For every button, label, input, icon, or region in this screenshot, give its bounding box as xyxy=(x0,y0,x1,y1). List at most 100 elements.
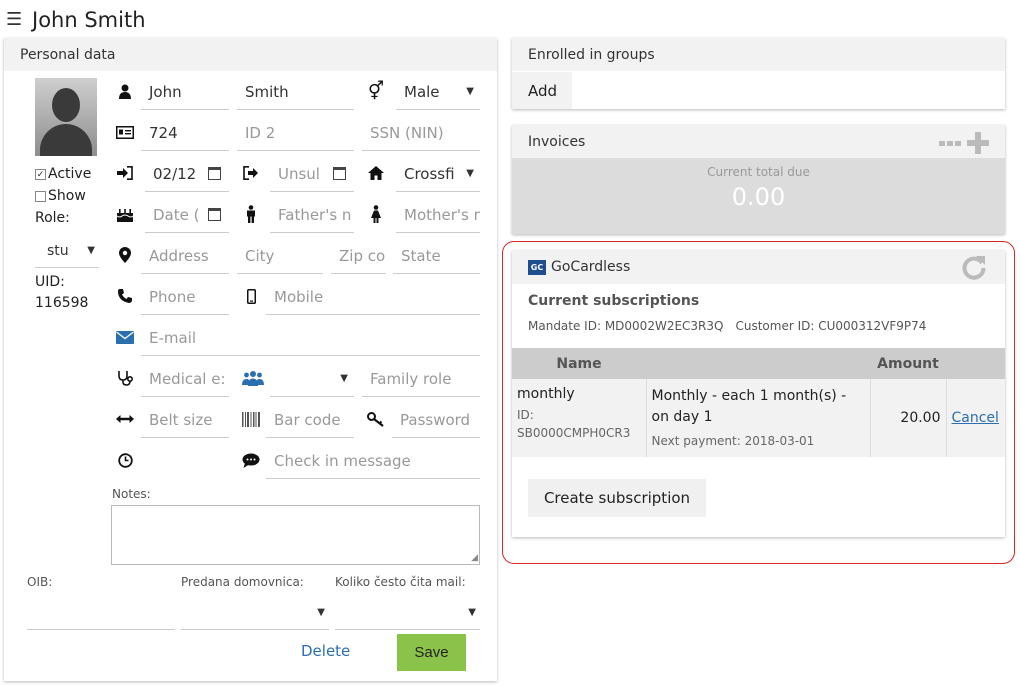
family-select[interactable]: ▼ xyxy=(270,361,354,397)
female-icon xyxy=(367,205,385,223)
arrows-horizontal-icon xyxy=(116,410,134,428)
id-card-icon xyxy=(116,123,134,141)
more-options-icon[interactable] xyxy=(939,140,961,146)
total-due-label: Current total due xyxy=(707,165,810,179)
show-label: Show xyxy=(48,188,86,204)
cancel-subscription-link[interactable]: Cancel xyxy=(946,379,1005,457)
male-icon xyxy=(242,205,260,223)
address-field[interactable]: Address xyxy=(141,238,229,274)
calendar-icon[interactable] xyxy=(333,167,346,180)
password-field[interactable]: Password xyxy=(392,402,480,438)
gocardless-title: GoCardless xyxy=(551,259,631,275)
active-label: Active xyxy=(48,166,92,182)
save-button[interactable]: Save xyxy=(397,634,466,671)
gender-select[interactable]: Male ▼ xyxy=(396,74,480,110)
personal-data-panel: Personal data ✓ Active Show Role: stu ▼ … xyxy=(4,38,497,681)
role-select[interactable]: stu ▼ xyxy=(35,234,99,268)
id2-field[interactable]: ID 2 xyxy=(237,115,354,151)
top-bar: ☰ John Smith xyxy=(6,6,146,34)
invoice-tools xyxy=(939,132,989,154)
city-field[interactable]: City xyxy=(237,238,323,274)
phone-field[interactable]: Phone xyxy=(141,279,229,315)
mobile-icon xyxy=(242,287,260,305)
page-title: John Smith xyxy=(32,8,146,32)
father-name-field[interactable]: Father's n xyxy=(270,197,354,233)
customer-id: Customer ID: CU000312VF9P74 xyxy=(735,319,927,333)
add-invoice-icon[interactable] xyxy=(967,132,989,154)
mandate-customer-ids: Mandate ID: MD0002W2EC3R3Q Customer ID: C… xyxy=(528,319,926,333)
show-checkbox[interactable]: Show xyxy=(35,188,86,204)
table-header-row: Name Amount xyxy=(512,348,1005,379)
invoices-header: Invoices xyxy=(512,125,1005,158)
dropdown-arrow-icon: ▼ xyxy=(466,168,474,179)
ssn-field[interactable]: SSN (NIN) xyxy=(362,115,480,151)
map-marker-icon xyxy=(116,246,134,264)
column-header-name: Name xyxy=(512,348,646,379)
key-icon xyxy=(367,410,385,428)
subscription-name-cell: monthly ID: SB0000CMPH0CR3 xyxy=(512,379,647,457)
enrolled-groups-header: Enrolled in groups xyxy=(512,38,1005,71)
clock-icon xyxy=(116,451,134,469)
belt-size-field[interactable]: Belt size xyxy=(141,402,229,438)
mail-frequency-select[interactable]: ▼ xyxy=(335,594,480,630)
subscription-description-cell: Monthly - each 1 month(s) - on day 1 Nex… xyxy=(646,379,871,457)
gocardless-panel: GC GoCardless Current subscriptions Mand… xyxy=(512,250,1005,537)
hamburger-menu-icon[interactable]: ☰ xyxy=(6,11,28,29)
gocardless-logo-icon: GC xyxy=(528,259,546,275)
enrolled-groups-panel: Enrolled in groups Add xyxy=(512,38,1005,109)
gender-icon: ⚥ xyxy=(367,80,385,102)
phone-icon xyxy=(116,287,134,305)
check-in-message-field[interactable]: Check in message xyxy=(266,443,480,479)
mandate-id: Mandate ID: MD0002W2EC3R3Q xyxy=(528,319,724,333)
notes-textarea[interactable]: ◢ xyxy=(111,505,480,565)
sign-out-icon xyxy=(242,164,260,182)
delete-button[interactable]: Delete xyxy=(301,642,350,660)
club-select[interactable]: Crossfi ▼ xyxy=(396,156,480,192)
unsubscribe-date-field[interactable]: Unsul xyxy=(270,156,354,192)
calendar-icon[interactable] xyxy=(208,167,221,180)
dropdown-arrow-icon: ▼ xyxy=(87,245,95,256)
dropdown-arrow-icon: ▼ xyxy=(317,607,325,618)
mail-frequency-label: Koliko često čita mail: xyxy=(335,575,466,589)
home-icon xyxy=(367,164,385,182)
birthday-cake-icon xyxy=(116,205,134,223)
mobile-field[interactable]: Mobile xyxy=(266,279,480,315)
birth-date-field[interactable]: Date ( xyxy=(145,197,229,233)
chat-bubble-icon xyxy=(242,451,260,469)
barcode-icon xyxy=(242,410,260,428)
current-subscriptions-title: Current subscriptions xyxy=(528,293,700,309)
id-field[interactable]: 724 xyxy=(141,115,229,151)
total-due-value: 0.00 xyxy=(731,183,786,211)
first-name-field[interactable]: John xyxy=(141,74,229,110)
date-in-field[interactable]: 02/12 xyxy=(145,156,229,192)
uid: UID: 116598 xyxy=(35,274,89,311)
column-header-amount: Amount xyxy=(870,348,946,379)
dropdown-arrow-icon: ▼ xyxy=(468,607,476,618)
subscriptions-table: Name Amount monthly ID: SB0000CMPH0CR3 M… xyxy=(512,348,1005,457)
zip-code-field[interactable]: Zip co xyxy=(331,238,386,274)
bar-code-field[interactable]: Bar code xyxy=(266,402,354,438)
medical-field[interactable]: Medical e: xyxy=(141,361,229,397)
domovnica-select[interactable]: ▼ xyxy=(181,594,329,630)
add-group-button[interactable]: Add xyxy=(512,72,572,109)
create-subscription-button[interactable]: Create subscription xyxy=(528,479,706,517)
table-row: monthly ID: SB0000CMPH0CR3 Monthly - eac… xyxy=(512,379,1005,457)
last-name-field[interactable]: Smith xyxy=(237,74,354,110)
dropdown-arrow-icon: ▼ xyxy=(340,373,348,384)
email-field[interactable]: E-mail xyxy=(141,320,480,356)
resize-grip-icon[interactable]: ◢ xyxy=(471,553,478,563)
invoices-panel: Invoices Current total due 0.00 xyxy=(512,125,1005,234)
family-role-field[interactable]: Family role xyxy=(362,361,480,397)
state-field[interactable]: State xyxy=(393,238,480,274)
active-checkbox[interactable]: ✓ Active xyxy=(35,166,91,182)
stethoscope-icon xyxy=(116,369,134,387)
user-icon xyxy=(116,82,134,100)
oib-field[interactable] xyxy=(27,594,175,630)
subscription-amount-cell: 20.00 xyxy=(870,379,947,457)
envelope-icon xyxy=(116,328,134,346)
mother-name-field[interactable]: Mother's r xyxy=(396,197,480,233)
personal-data-header: Personal data xyxy=(4,38,497,71)
avatar[interactable] xyxy=(35,78,97,156)
refresh-icon[interactable] xyxy=(961,254,987,280)
calendar-icon[interactable] xyxy=(208,208,221,221)
